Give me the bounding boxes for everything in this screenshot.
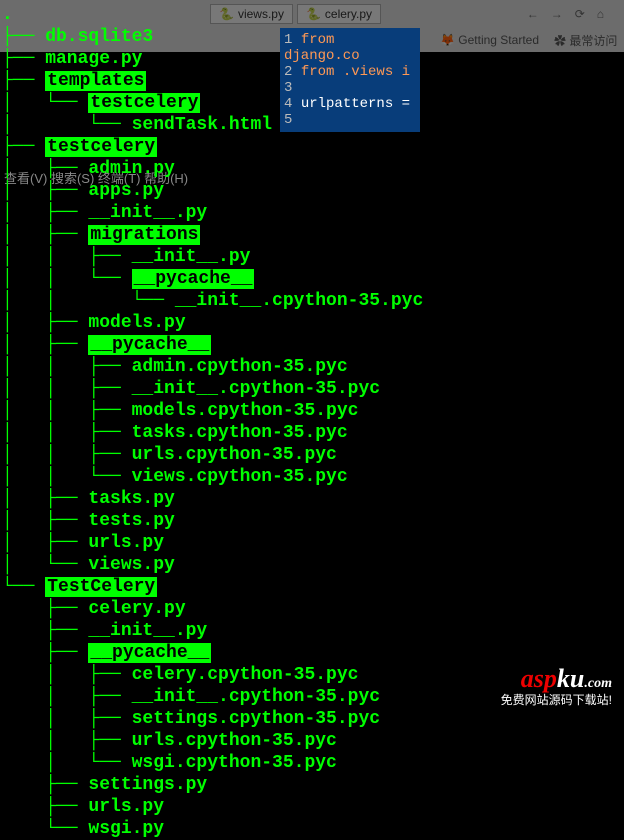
tree-file: │ │ ├── models.cpython-35.pyc [2, 400, 423, 422]
tree-file: │ ├── models.py [2, 312, 423, 334]
reload-icon[interactable]: ⟳ [575, 7, 585, 21]
home-icon[interactable]: ⌂ [597, 7, 604, 21]
tree-file: ├── urls.py [2, 796, 423, 818]
tree-file: │ ├── tests.py [2, 510, 423, 532]
folder-label: templates [45, 71, 146, 91]
tree-file: │ ├── __init__.py [2, 202, 423, 224]
tree-folder: └── TestCelery [2, 576, 423, 598]
tree-folder: │ ├── __pycache__ [2, 334, 423, 356]
tree-file: ├── __init__.py [2, 620, 423, 642]
tree-file: │ │ ├── admin.cpython-35.pyc [2, 356, 423, 378]
tree-file: │ │ └── views.cpython-35.pyc [2, 466, 423, 488]
watermark: aspku.com 免费网站源码下载站! [501, 664, 612, 708]
directory-tree: .├── db.sqlite3├── manage.py├── template… [0, 0, 423, 840]
tree-file: │ ├── celery.cpython-35.pyc [2, 664, 423, 686]
folder-label: __pycache__ [132, 269, 255, 289]
forward-icon[interactable]: → [551, 7, 563, 21]
tree-file: └── wsgi.py [2, 818, 423, 840]
tree-file: ├── manage.py [2, 48, 423, 70]
tree-file: ├── celery.py [2, 598, 423, 620]
folder-label: migrations [88, 225, 200, 245]
tree-folder: ├── __pycache__ [2, 642, 423, 664]
tree-file: │ ├── urls.py [2, 532, 423, 554]
tree-file: │ └── sendTask.html [2, 114, 423, 136]
folder-label: __pycache__ [88, 335, 211, 355]
tree-file: │ └── views.py [2, 554, 423, 576]
tree-file: │ ├── admin.py [2, 158, 423, 180]
tree-file: │ ├── apps.py [2, 180, 423, 202]
folder-label: __pycache__ [88, 643, 211, 663]
folder-label: TestCelery [45, 577, 157, 597]
tree-folder: │ ├── migrations [2, 224, 423, 246]
bookmark[interactable]: ✿ 最常访问 [554, 32, 617, 49]
tree-folder: │ └── testcelery [2, 92, 423, 114]
tree-file: │ │ ├── urls.cpython-35.pyc [2, 444, 423, 466]
tree-file: │ │ ├── __init__.py [2, 246, 423, 268]
tree-file: ├── db.sqlite3 [2, 26, 423, 48]
back-icon[interactable]: ← [527, 7, 539, 21]
bookmark[interactable]: 🦊 Getting Started [440, 33, 539, 47]
folder-label: testcelery [45, 137, 157, 157]
tree-folder: │ │ └── __pycache__ [2, 268, 423, 290]
folder-label: testcelery [88, 93, 200, 113]
tree-file: │ ├── __init__.cpython-35.pyc [2, 686, 423, 708]
tree-folder: ├── templates [2, 70, 423, 92]
tree-file: │ ├── tasks.py [2, 488, 423, 510]
tree-file: ├── settings.py [2, 774, 423, 796]
tree-file: │ │ ├── __init__.cpython-35.pyc [2, 378, 423, 400]
tree-file: │ ├── settings.cpython-35.pyc [2, 708, 423, 730]
tree-folder: ├── testcelery [2, 136, 423, 158]
tree-file: │ │ └── __init__.cpython-35.pyc [2, 290, 423, 312]
tree-file: │ └── wsgi.cpython-35.pyc [2, 752, 423, 774]
tree-file: │ │ ├── tasks.cpython-35.pyc [2, 422, 423, 444]
tree-file: │ ├── urls.cpython-35.pyc [2, 730, 423, 752]
tree-folder: . [2, 4, 423, 26]
